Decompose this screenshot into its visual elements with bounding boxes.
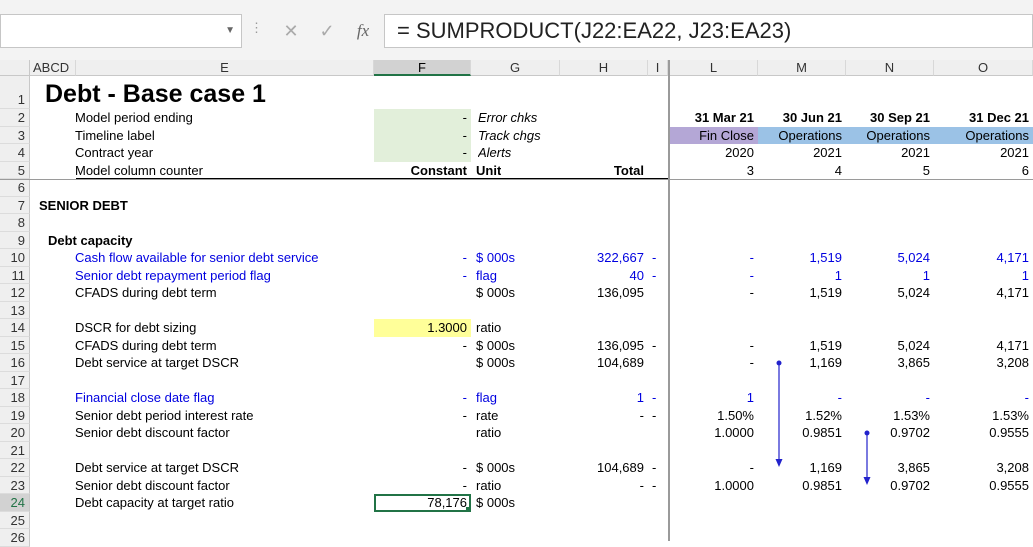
precedent-arrow-n bbox=[863, 430, 871, 485]
trace-precedents-arrows bbox=[775, 360, 871, 485]
precedent-arrow-m bbox=[775, 360, 783, 467]
